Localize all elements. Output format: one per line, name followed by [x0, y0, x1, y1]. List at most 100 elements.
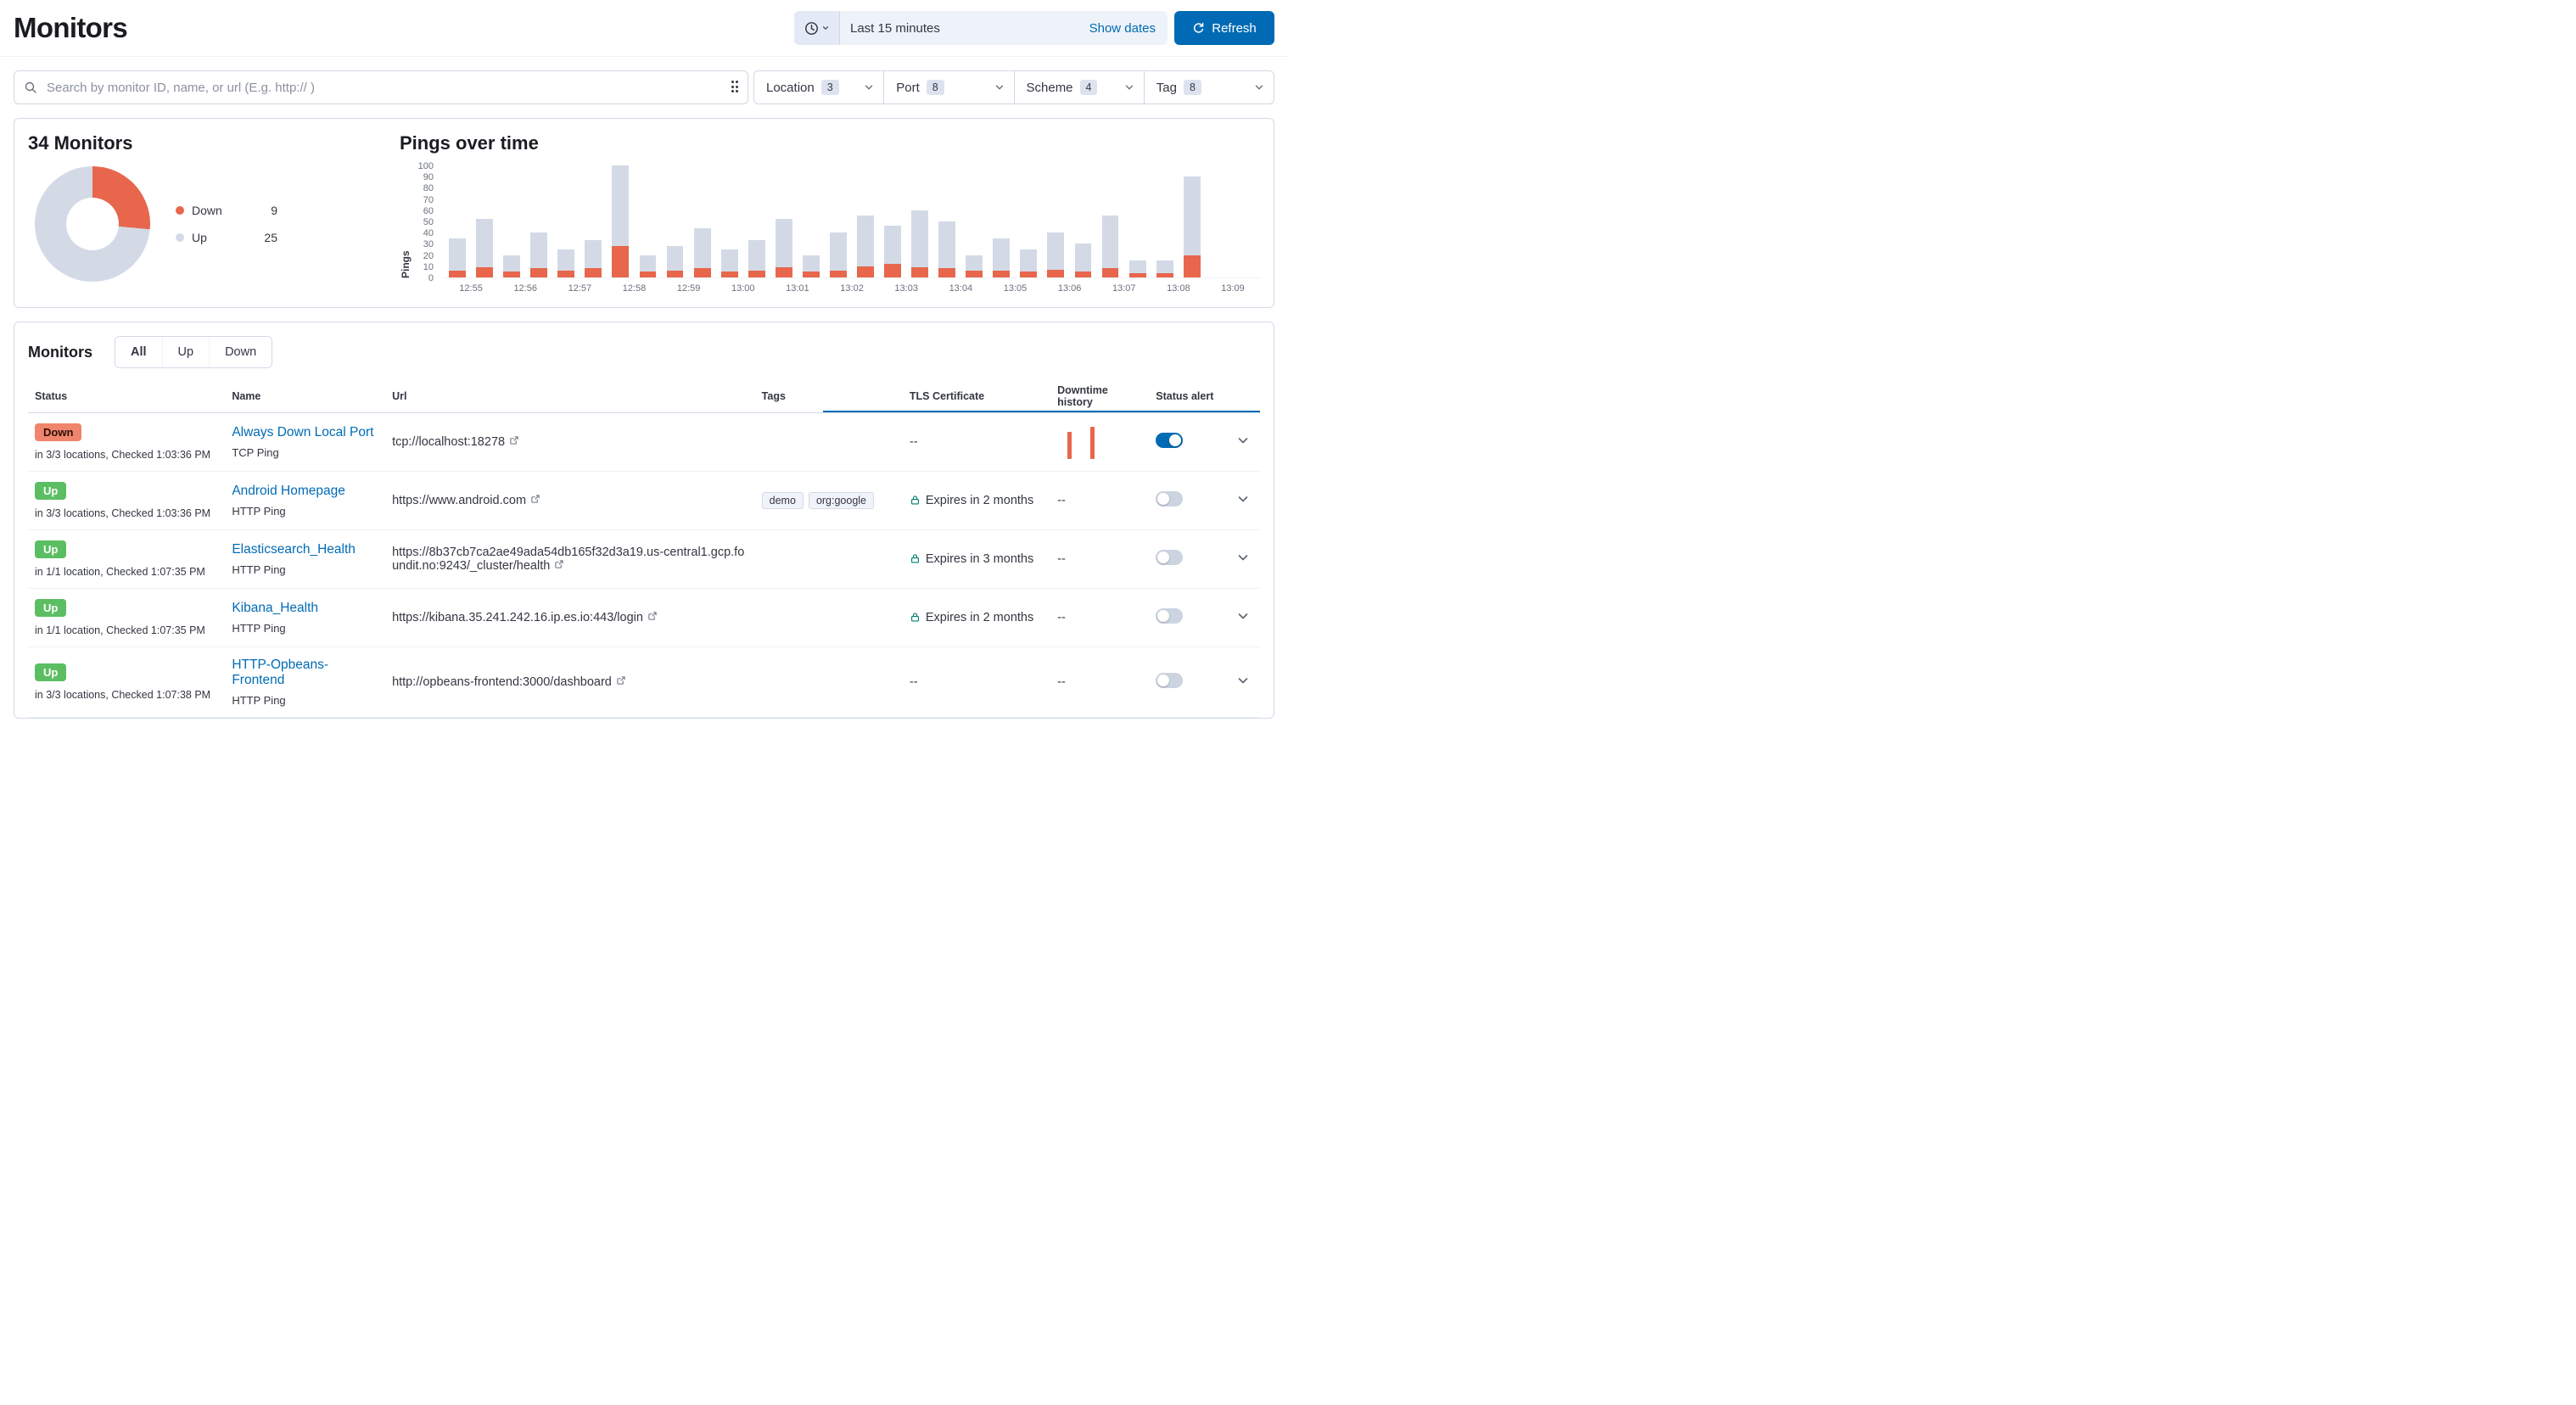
status-donut-chart — [35, 166, 150, 282]
table-row: Up in 1/1 location, Checked 1:07:35 PM E… — [28, 529, 1260, 588]
y-axis-label: 50 — [423, 217, 434, 227]
tags-cell-content: demo org:google — [762, 492, 896, 509]
ping-bar — [798, 166, 825, 277]
expand-row-chevron[interactable] — [1236, 492, 1250, 506]
url-cell: https://www.android.com — [385, 471, 755, 529]
lock-icon — [910, 553, 921, 564]
downtime-history-bars — [1057, 425, 1142, 459]
monitor-name-link[interactable]: HTTP-Opbeans-Frontend — [232, 658, 378, 688]
expand-cell — [1229, 647, 1260, 717]
ping-bar — [1097, 166, 1124, 277]
expand-row-chevron[interactable] — [1236, 434, 1250, 447]
filter-location-label: Location — [766, 81, 815, 95]
external-link-icon[interactable] — [554, 559, 564, 573]
tags-cell — [755, 588, 903, 647]
external-link-icon[interactable] — [530, 494, 540, 507]
tab-up[interactable]: Up — [162, 337, 210, 367]
status-badge: Up — [35, 540, 66, 558]
status-detail: in 3/3 locations, Checked 1:03:36 PM — [35, 449, 218, 461]
filter-tag-label: Tag — [1156, 81, 1177, 95]
status-cell: Down in 3/3 locations, Checked 1:03:36 P… — [28, 412, 225, 471]
monitor-name-link[interactable]: Android Homepage — [232, 484, 345, 499]
search-icon — [24, 81, 37, 97]
url-cell: http://opbeans-frontend:3000/dashboard — [385, 647, 755, 717]
status-alert-toggle[interactable] — [1156, 491, 1183, 507]
monitors-table-body: Down in 3/3 locations, Checked 1:03:36 P… — [28, 412, 1260, 717]
tls-cell: Expires in 2 months — [903, 588, 1050, 647]
donut-legend: Down 9 Up 25 — [176, 204, 277, 244]
status-alert-cell — [1149, 412, 1229, 471]
time-range-value[interactable]: Last 15 minutes — [840, 21, 1089, 36]
ping-bar — [607, 166, 634, 277]
ping-bar — [444, 166, 471, 277]
expand-row-chevron[interactable] — [1236, 551, 1250, 564]
refresh-icon — [1192, 22, 1205, 35]
expand-row-chevron[interactable] — [1236, 609, 1250, 623]
pings-chart-x-axis: 12:5512:5612:5712:5812:5913:0013:0113:02… — [444, 283, 1260, 294]
tls-cell: -- — [903, 647, 1050, 717]
monitor-name-link[interactable]: Kibana_Health — [232, 601, 318, 616]
status-detail: in 3/3 locations, Checked 1:03:36 PM — [35, 507, 218, 519]
status-detail: in 1/1 location, Checked 1:07:35 PM — [35, 624, 218, 636]
filter-port[interactable]: Port 8 — [883, 70, 1014, 104]
ping-bar — [580, 166, 607, 277]
filter-scheme[interactable]: Scheme 4 — [1014, 70, 1145, 104]
expand-row-chevron[interactable] — [1236, 674, 1250, 687]
tab-down[interactable]: Down — [209, 337, 272, 367]
tags-cell — [755, 647, 903, 717]
y-axis-title: Pings — [400, 166, 412, 278]
column-header-status-alert: Status alert — [1149, 380, 1229, 412]
status-alert-toggle[interactable] — [1156, 433, 1183, 448]
monitor-url: tcp://localhost:18278 — [392, 435, 505, 449]
y-axis-label: 30 — [423, 239, 434, 249]
status-alert-toggle[interactable] — [1156, 673, 1183, 688]
status-alert-cell — [1149, 647, 1229, 717]
filter-bar: Location 3 Port 8 Scheme 4 Tag 8 — [14, 70, 1274, 104]
tab-all[interactable]: All — [115, 337, 162, 367]
x-axis-label: 13:03 — [879, 283, 933, 294]
table-header-highlight — [823, 411, 1260, 412]
y-axis-label: 100 — [418, 161, 434, 171]
ping-bar — [1151, 166, 1179, 277]
downtime-cell-content: -- — [1057, 494, 1142, 507]
tag-badge[interactable]: demo — [762, 492, 804, 509]
x-axis-label: 13:07 — [1097, 283, 1151, 294]
tag-badge[interactable]: org:google — [809, 492, 874, 509]
status-alert-toggle[interactable] — [1156, 550, 1183, 565]
table-row: Up in 1/1 location, Checked 1:07:35 PM K… — [28, 588, 1260, 647]
y-axis-label: 70 — [423, 195, 434, 205]
tags-cell — [755, 529, 903, 588]
monitor-type: HTTP Ping — [232, 694, 378, 707]
ping-bar — [525, 166, 552, 277]
status-badge: Down — [35, 423, 81, 441]
quick-select-button[interactable] — [794, 11, 840, 45]
filter-port-count: 8 — [927, 80, 944, 95]
show-dates-link[interactable]: Show dates — [1089, 21, 1168, 36]
status-alert-toggle[interactable] — [1156, 608, 1183, 624]
search-input[interactable] — [14, 70, 748, 104]
monitor-name-link[interactable]: Elasticsearch_Health — [232, 542, 356, 557]
refresh-button[interactable]: Refresh — [1174, 11, 1274, 45]
monitor-name-link[interactable]: Always Down Local Port — [232, 425, 373, 440]
external-link-icon[interactable] — [647, 611, 658, 624]
filter-location[interactable]: Location 3 — [753, 70, 884, 104]
external-link-icon[interactable] — [509, 435, 519, 449]
lock-icon — [910, 495, 921, 506]
external-link-icon[interactable] — [616, 675, 626, 689]
downtime-cell-content: -- — [1057, 675, 1142, 689]
x-axis-label: 13:01 — [770, 283, 825, 294]
table-header-row: Status Name Url Tags TLS Certificate Dow… — [28, 380, 1260, 412]
query-menu-icon[interactable] — [731, 81, 739, 92]
chevron-down-icon — [1123, 81, 1135, 93]
filter-tag[interactable]: Tag 8 — [1144, 70, 1274, 104]
ping-bar — [1069, 166, 1096, 277]
status-cell: Up in 1/1 location, Checked 1:07:35 PM — [28, 588, 225, 647]
status-cell: Up in 3/3 locations, Checked 1:03:36 PM — [28, 471, 225, 529]
page-title: Monitors — [14, 12, 127, 44]
x-axis-label: 12:59 — [662, 283, 716, 294]
pings-chart-y-axis: 0102030405060708090100 — [412, 166, 437, 278]
tls-status: -- — [910, 675, 918, 689]
column-header-downtime: Downtime history — [1050, 380, 1149, 412]
column-header-name: Name — [225, 380, 385, 412]
ping-bar — [716, 166, 743, 277]
